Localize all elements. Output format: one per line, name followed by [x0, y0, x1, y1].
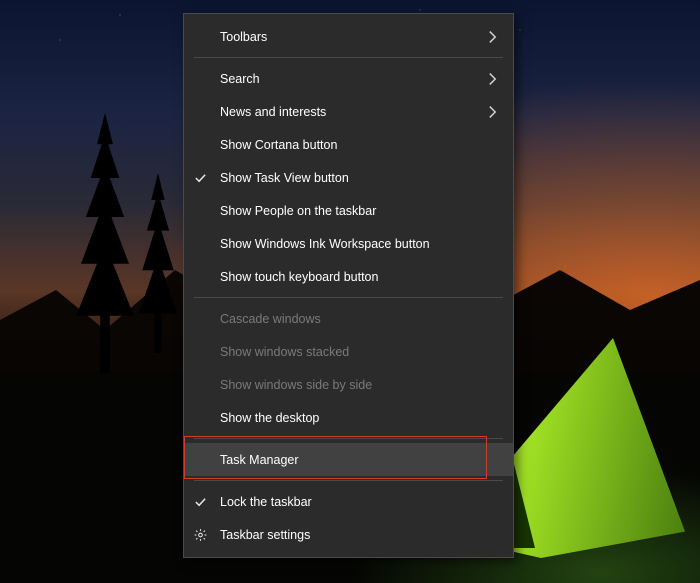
menu-separator	[194, 438, 503, 439]
menu-item-toolbars[interactable]: Toolbars	[184, 20, 513, 53]
menu-item-label: Lock the taskbar	[220, 495, 499, 509]
chevron-right-icon	[486, 105, 499, 118]
menu-item-news[interactable]: News and interests	[184, 95, 513, 128]
menu-item-label: Show Task View button	[220, 171, 499, 185]
menu-item-label: Show Cortana button	[220, 138, 499, 152]
menu-item-locktaskbar[interactable]: Lock the taskbar	[184, 485, 513, 518]
menu-item-label: Show touch keyboard button	[220, 270, 499, 284]
taskbar-context-menu[interactable]: Toolbars Search News and interests Show Cor…	[183, 13, 514, 558]
menu-item-stacked: Show windows stacked	[184, 335, 513, 368]
menu-item-settings[interactable]: Taskbar settings	[184, 518, 513, 551]
gear-icon	[194, 528, 210, 541]
menu-item-label: Task Manager	[220, 453, 499, 467]
menu-item-label: Show Windows Ink Workspace button	[220, 237, 499, 251]
menu-separator	[194, 57, 503, 58]
menu-item-touchkb[interactable]: Show touch keyboard button	[184, 260, 513, 293]
menu-item-sidebyside: Show windows side by side	[184, 368, 513, 401]
menu-item-label: Show windows stacked	[220, 345, 499, 359]
menu-item-cascade: Cascade windows	[184, 302, 513, 335]
menu-item-cortana[interactable]: Show Cortana button	[184, 128, 513, 161]
menu-item-ink[interactable]: Show Windows Ink Workspace button	[184, 227, 513, 260]
desktop-wallpaper: Toolbars Search News and interests Show Cor…	[0, 0, 700, 583]
menu-item-label: Show People on the taskbar	[220, 204, 499, 218]
menu-item-label: Show windows side by side	[220, 378, 499, 392]
menu-separator	[194, 480, 503, 481]
menu-item-label: Cascade windows	[220, 312, 499, 326]
menu-item-label: Show the desktop	[220, 411, 499, 425]
chevron-right-icon	[486, 30, 499, 43]
menu-item-label: Search	[220, 72, 499, 86]
menu-item-label: Taskbar settings	[220, 528, 499, 542]
check-icon	[194, 495, 210, 508]
menu-item-label: Toolbars	[220, 30, 499, 44]
menu-item-taskview[interactable]: Show Task View button	[184, 161, 513, 194]
check-icon	[194, 171, 210, 184]
menu-item-search[interactable]: Search	[184, 62, 513, 95]
menu-item-people[interactable]: Show People on the taskbar	[184, 194, 513, 227]
menu-item-showdesktop[interactable]: Show the desktop	[184, 401, 513, 434]
chevron-right-icon	[486, 72, 499, 85]
menu-separator	[194, 297, 503, 298]
menu-item-taskmanager[interactable]: Task Manager	[184, 443, 513, 476]
menu-item-label: News and interests	[220, 105, 499, 119]
